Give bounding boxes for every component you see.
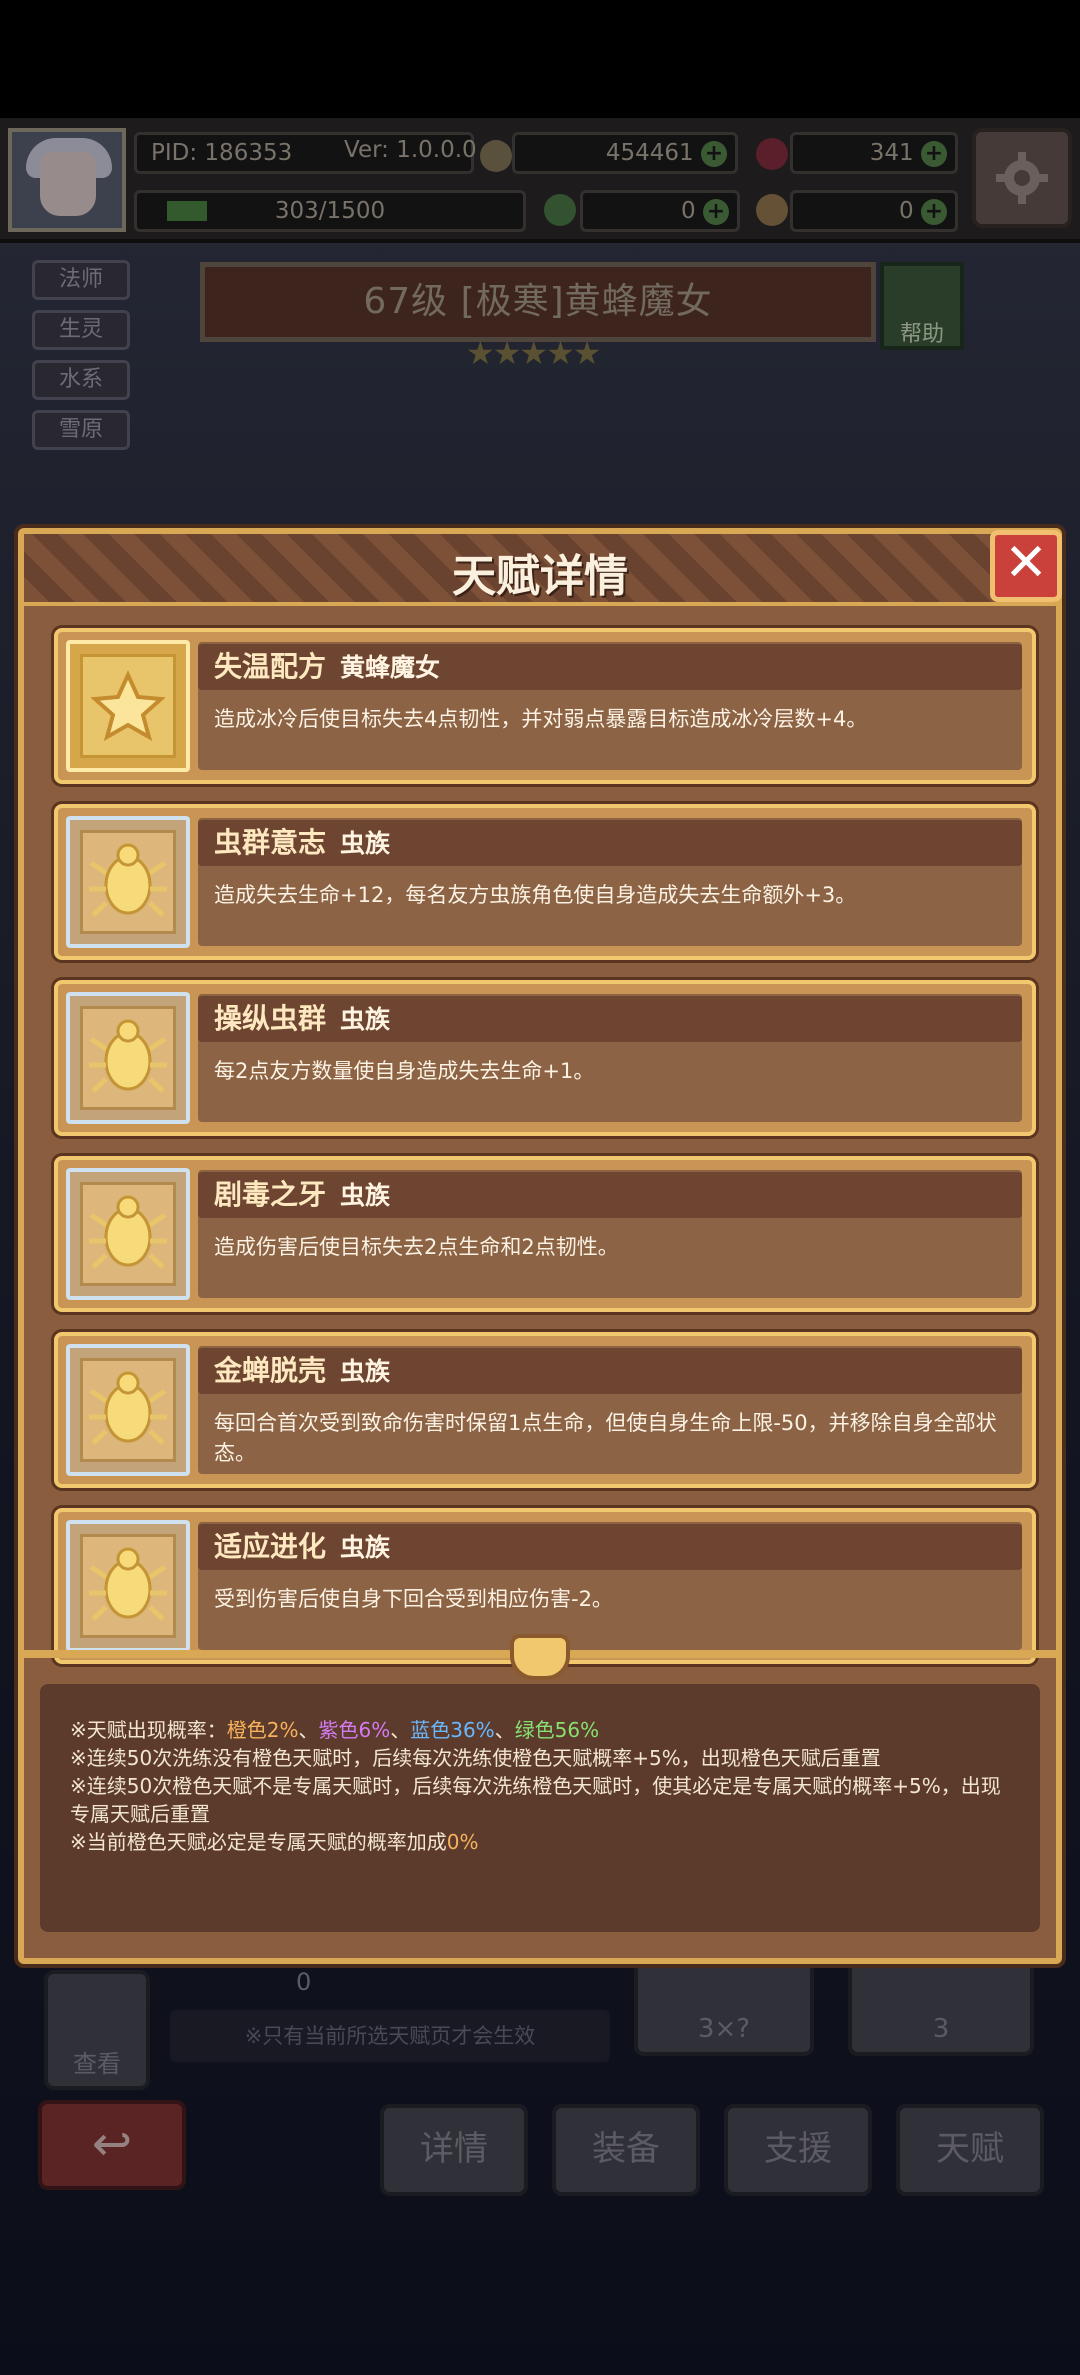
talent-card: 金蝉脱壳 虫族 每回合首次受到致命伤害时保留1点生命，但使自身生命上限-50，并移… <box>54 1332 1036 1488</box>
talent-name: 适应进化 虫族 <box>214 1530 391 1563</box>
beetle-icon <box>89 843 167 917</box>
talent-category: 虫族 <box>340 1005 391 1034</box>
info-line-2: ※连续50次洗练没有橙色天赋时，后续每次洗练使橙色天赋概率+5%，出现橙色天赋后… <box>70 1746 881 1770</box>
close-button[interactable]: ✕ <box>990 530 1062 602</box>
talent-category: 虫族 <box>340 1533 391 1562</box>
beetle-icon <box>89 1371 167 1445</box>
talent-card: 操纵虫群 虫族 每2点友方数量使自身造成失去生命+1。 <box>54 980 1036 1136</box>
talent-icon-box <box>66 1344 190 1476</box>
beetle-icon <box>89 1019 167 1093</box>
info-line-3: ※连续50次橙色天赋不是专属天赋时，后续每次洗练橙色天赋时，使其必定是专属天赋的… <box>70 1774 1001 1826</box>
talent-card: 失温配方 黄蜂魔女 造成冰冷后使目标失去4点韧性，并对弱点暴露目标造成冰冷层数+4… <box>54 628 1036 784</box>
talent-name: 虫群意志 虫族 <box>214 826 391 859</box>
talent-description: 受到伤害后使自身下回合受到相应伤害-2。 <box>214 1587 613 1611</box>
talent-icon-box <box>66 1168 190 1300</box>
close-icon: ✕ <box>1004 533 1048 593</box>
talent-name: 剧毒之牙 虫族 <box>214 1178 391 1211</box>
talent-description: 造成冰冷后使目标失去4点韧性，并对弱点暴露目标造成冰冷层数+4。 <box>214 707 868 731</box>
talent-icon-box <box>66 816 190 948</box>
talent-name: 金蝉脱壳 虫族 <box>214 1354 391 1387</box>
info-line-1: ※天赋出现概率：橙色2%、紫色6%、蓝色36%、绿色56% <box>70 1718 600 1742</box>
talent-icon-box <box>66 1520 190 1652</box>
talent-description: 每回合首次受到致命伤害时保留1点生命，但使自身生命上限-50，并移除自身全部状态… <box>214 1411 997 1465</box>
beetle-icon <box>89 1547 167 1621</box>
beetle-icon <box>89 1195 167 1269</box>
talent-detail-modal: 天赋详情 ✕ 失温配方 黄蜂魔女 造成冰冷后使目标失去4点韧性，并对弱点暴露目标造… <box>18 528 1062 1964</box>
info-line-4: ※当前橙色天赋必定是专属天赋的概率加成0% <box>70 1830 479 1854</box>
star-icon <box>90 670 166 742</box>
talent-description: 造成失去生命+12，每名友方虫族角色使自身造成失去生命额外+3。 <box>214 883 857 907</box>
talent-description: 每2点友方数量使自身造成失去生命+1。 <box>214 1059 595 1083</box>
talent-name: 失温配方 黄蜂魔女 <box>214 650 441 683</box>
talent-card: 虫群意志 虫族 造成失去生命+12，每名友方虫族角色使自身造成失去生命额外+3。 <box>54 804 1036 960</box>
talent-category: 虫族 <box>340 1181 391 1210</box>
modal-title: 天赋详情 <box>452 551 628 602</box>
talent-description: 造成伤害后使目标失去2点生命和2点韧性。 <box>214 1235 619 1259</box>
talent-icon-box <box>66 640 190 772</box>
ornament-gem-icon <box>510 1634 570 1680</box>
talent-name: 操纵虫群 虫族 <box>214 1002 391 1035</box>
probability-info: ※天赋出现概率：橙色2%、紫色6%、蓝色36%、绿色56% ※连续50次洗练没有… <box>40 1684 1040 1932</box>
talent-category: 黄蜂魔女 <box>340 653 441 682</box>
talent-category: 虫族 <box>340 829 391 858</box>
talent-card: 剧毒之牙 虫族 造成伤害后使目标失去2点生命和2点韧性。 <box>54 1156 1036 1312</box>
talent-category: 虫族 <box>340 1357 391 1386</box>
status-bar <box>0 0 1080 118</box>
talent-icon-box <box>66 992 190 1124</box>
